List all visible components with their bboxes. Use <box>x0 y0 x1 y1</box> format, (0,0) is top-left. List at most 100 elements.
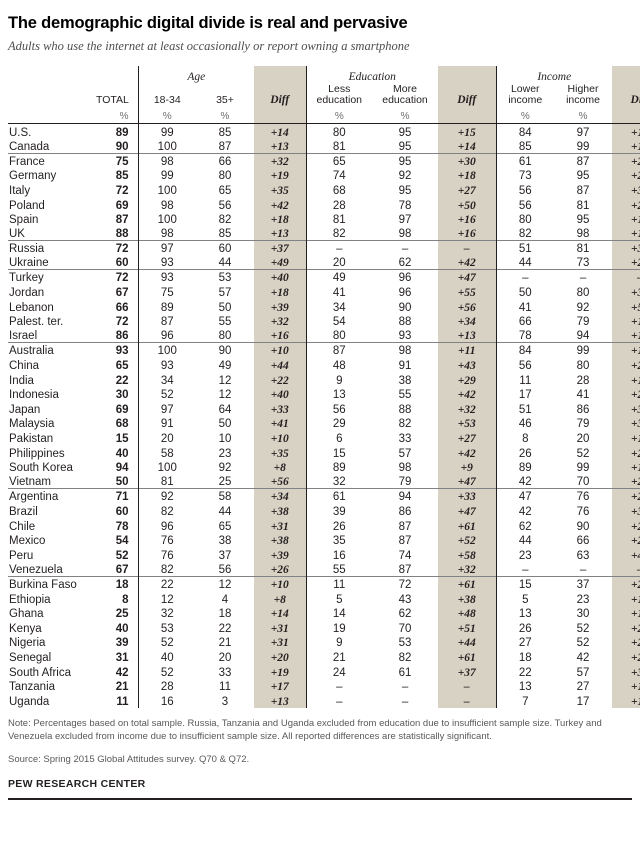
age-old-value: 57 <box>218 287 232 300</box>
edu-diff-value: +61 <box>438 517 497 533</box>
edu-diff-value: +33 <box>438 488 497 504</box>
edu-diff-value: +61 <box>438 575 497 591</box>
edu-diff-value: +53 <box>438 415 497 431</box>
unit-age-diff <box>254 108 307 125</box>
table-row: Israel869680+168093+137894+16 <box>8 328 640 343</box>
country-label: Uganda <box>9 695 50 708</box>
age-young-value: 76 <box>137 547 196 562</box>
edu-diff-value: +42 <box>438 255 497 270</box>
age-old-value: 87 <box>218 140 232 153</box>
country-label: Chile <box>9 520 36 533</box>
inc-higher-value: 80 <box>576 360 590 373</box>
table-row: Peru 52 76 37 +3916 74 +5823 63 +40 <box>8 547 640 562</box>
age-diff-value: +34 <box>254 488 307 504</box>
country-label: Vietnam <box>9 476 51 489</box>
age-old-value: 25 <box>218 476 232 489</box>
inc-higher-value: 28 <box>576 374 590 387</box>
country-label: Indonesia <box>9 389 59 402</box>
age-diff-value: +31 <box>254 517 307 533</box>
age-old-value: 12 <box>218 374 232 387</box>
age-diff-value: +17 <box>254 678 307 694</box>
total-value: 87 <box>115 214 129 227</box>
edu-more-value: 88 <box>398 403 412 416</box>
inc-lower-value: 42 <box>495 503 555 518</box>
inc-higher-value: 81 <box>554 240 613 256</box>
age-diff-value: +10 <box>254 342 307 358</box>
total-value: 78 <box>115 520 129 533</box>
edu-more-value: 43 <box>398 593 412 606</box>
edu-diff-value: +13 <box>438 328 497 343</box>
total-value: 69 <box>115 199 129 212</box>
country-label: Ghana <box>9 608 44 621</box>
age-old-value: 23 <box>218 447 232 460</box>
inc-lower-value: 51 <box>495 401 555 416</box>
age-diff-value: +49 <box>254 255 307 270</box>
edu-more-value: 62 <box>398 608 412 621</box>
inc-higher-value: 20 <box>576 433 590 446</box>
table-row: Senegal 31 40 20 +2021 82 +6118 42 +24 <box>8 649 640 664</box>
table-row: Japan 69 97 64 +3356 88 +3251 86 +35 <box>8 401 640 416</box>
edu-diff-value: +48 <box>438 605 497 621</box>
total-value: 86 <box>115 330 129 343</box>
inc-lower-value: 89 <box>495 459 555 475</box>
col-label-inc-higher: Higher income <box>566 83 600 107</box>
inc-higher-value: 94 <box>576 330 590 343</box>
inc-higher-value: 81 <box>576 199 590 212</box>
table-row: Brazil 60 82 44 +3839 86 +4742 76 +34 <box>8 503 640 518</box>
age-young-value: 16 <box>137 693 196 708</box>
total-value: 40 <box>115 622 129 635</box>
edu-diff-value: +34 <box>438 313 497 329</box>
age-young-value: 98 <box>137 226 196 241</box>
edu-less-value: – <box>305 693 373 708</box>
age-old-value: 10 <box>218 433 232 446</box>
edu-diff-value: +9 <box>438 459 497 475</box>
inc-lower-value: 27 <box>495 634 555 650</box>
age-old-value: 56 <box>218 563 232 576</box>
age-old-value: 65 <box>218 184 232 197</box>
table-row: Poland699856+422878+505681+25 <box>8 196 640 212</box>
age-young-value: 98 <box>137 152 196 168</box>
age-old-value: 37 <box>218 549 232 562</box>
total-value: 71 <box>96 488 138 504</box>
column-label-row: TOTAL 18-34 35+ Diff Less education More… <box>8 83 640 109</box>
age-old-value: 20 <box>218 651 232 664</box>
inc-higher-value: – <box>579 563 587 576</box>
inc-diff-value: +25 <box>612 634 640 650</box>
table-row: Nigeria 39 52 21 +319 53 +4427 52 +25 <box>8 634 640 650</box>
table-row: France759866+326595+306187+26 <box>8 152 640 168</box>
edu-diff-value: +11 <box>438 342 497 358</box>
edu-diff-value: +47 <box>438 269 497 285</box>
table-row: Russia729760+37–––5181+30 <box>8 240 640 256</box>
inc-diff-value: +10 <box>612 693 640 708</box>
inc-diff-value: +15 <box>612 342 640 358</box>
inc-diff-value: +25 <box>612 196 640 212</box>
inc-higher-value: 70 <box>576 476 590 489</box>
total-value: 72 <box>96 240 138 256</box>
inc-higher-value: 30 <box>576 608 590 621</box>
inc-diff-value: +17 <box>612 372 640 387</box>
inc-lower-value: 5 <box>495 590 555 606</box>
edu-more-value: 87 <box>398 520 412 533</box>
inc-lower-value: 82 <box>495 226 555 241</box>
unit-edu-less: % <box>305 108 373 125</box>
demographic-divide-table: Age Education Income TOTAL 18-34 35+ Dif… <box>8 66 640 708</box>
inc-diff-value: +30 <box>612 240 640 256</box>
inc-lower-value: 80 <box>495 211 555 227</box>
edu-less-value: 32 <box>305 474 373 489</box>
inc-diff-value: +26 <box>612 152 640 168</box>
edu-more-value: 82 <box>398 418 412 431</box>
edu-more-value: – <box>372 240 439 256</box>
edu-more-value: 82 <box>398 651 412 664</box>
edu-more-value: 72 <box>372 575 439 591</box>
group-header-income: Income <box>495 66 613 85</box>
edu-diff-value: – <box>438 678 497 694</box>
country-label: Mexico <box>9 535 46 548</box>
inc-lower-value: 73 <box>495 167 555 183</box>
age-diff-value: +44 <box>254 357 307 373</box>
age-old-value: 44 <box>218 505 232 518</box>
edu-more-value: 57 <box>398 447 412 460</box>
age-old-value: 22 <box>218 622 232 635</box>
age-diff-value: +26 <box>254 561 307 577</box>
age-old-value: 53 <box>196 269 255 285</box>
inc-higher-value: 17 <box>576 695 590 708</box>
